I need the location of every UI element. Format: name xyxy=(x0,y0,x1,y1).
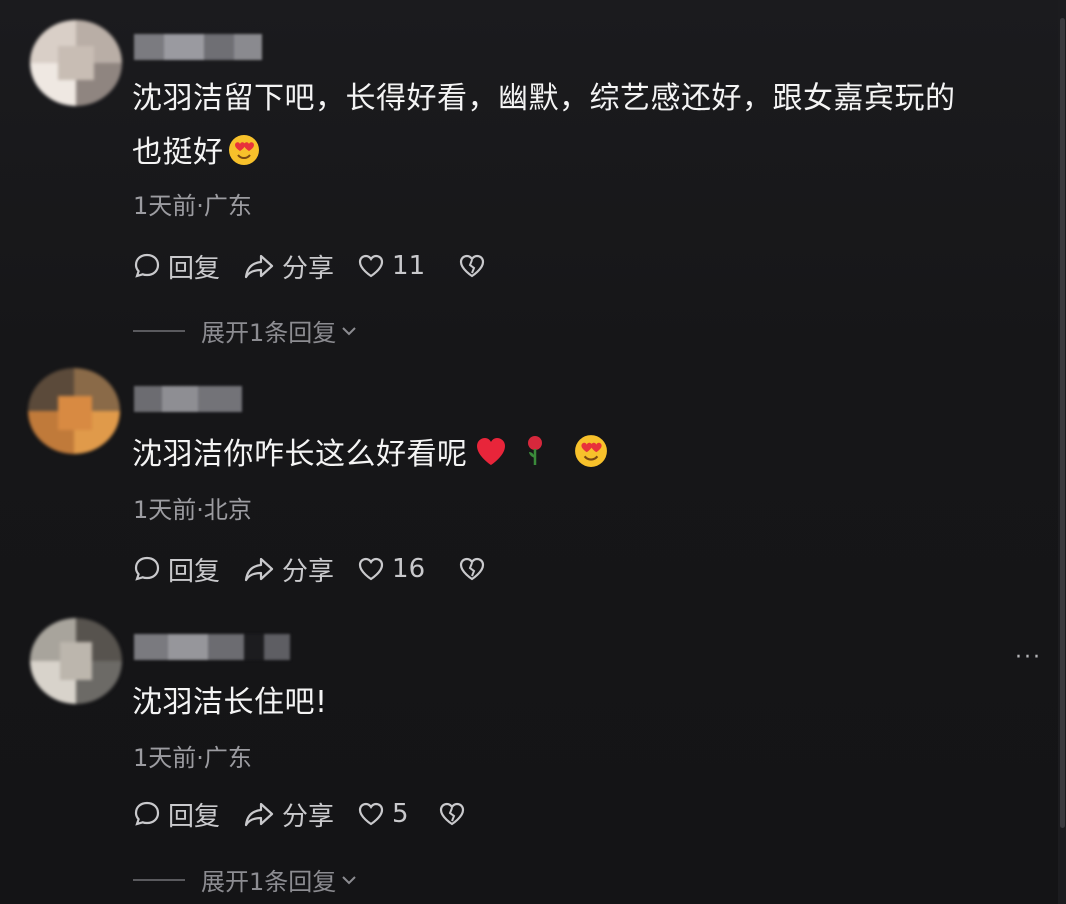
comment-actions: 回复 分享 5 xyxy=(132,794,495,834)
reply-label: 回复 xyxy=(168,801,221,832)
comment-actions: 回复 分享 11 xyxy=(132,246,515,286)
dislike-button[interactable] xyxy=(437,799,473,829)
reply-label: 回复 xyxy=(168,556,221,587)
like-button[interactable]: 5 xyxy=(356,799,409,829)
share-button[interactable]: 分享 xyxy=(242,796,334,833)
share-button[interactable]: 分享 xyxy=(242,551,334,588)
comment-meta: 1天前·广东 xyxy=(133,192,252,220)
chevron-down-icon xyxy=(342,875,356,884)
reply-button[interactable]: 回复 xyxy=(132,551,220,588)
heart-icon xyxy=(358,557,384,581)
heart-icon xyxy=(358,802,384,826)
comment-text-line2: 也挺好 xyxy=(132,135,224,170)
heart-eyes-emoji xyxy=(574,432,608,486)
comment-text: 沈羽洁留下吧，长得好看，幽默，综艺感还好，跟女嘉宾玩的 也挺好 xyxy=(132,72,1032,184)
comment-meta: 1天前·北京 xyxy=(133,496,252,524)
scrollbar[interactable] xyxy=(1058,0,1066,904)
comment-text-line: 也挺好 xyxy=(132,126,1032,184)
more-options-icon[interactable]: ··· xyxy=(1015,645,1042,670)
comment-page: 沈羽洁留下吧，长得好看，幽默，综艺感还好，跟女嘉宾玩的 也挺好 1天前·广东 回… xyxy=(0,0,1066,904)
comment-bubble-icon xyxy=(134,556,160,581)
username-blurred[interactable] xyxy=(134,386,242,412)
expand-replies[interactable]: 展开1条回复 xyxy=(133,862,360,897)
broken-heart-icon xyxy=(439,802,464,826)
divider-line xyxy=(133,878,185,881)
comment-meta: 1天前·广东 xyxy=(133,744,252,772)
like-button[interactable]: 16 xyxy=(356,554,425,584)
share-arrow-icon xyxy=(244,557,274,582)
comment-bubble-icon xyxy=(134,253,160,278)
comment-actions: 回复 分享 16 xyxy=(132,549,515,589)
comment-text-line: 沈羽洁留下吧，长得好看，幽默，综艺感还好，跟女嘉宾玩的 xyxy=(132,81,956,116)
dislike-button[interactable] xyxy=(457,251,493,281)
rose-emoji xyxy=(522,432,548,486)
comment-text: 沈羽洁你咋长这么好看呢 xyxy=(132,428,1032,486)
broken-heart-icon xyxy=(460,557,485,581)
broken-heart-icon xyxy=(460,254,485,278)
reply-label: 回复 xyxy=(168,253,221,284)
reply-button[interactable]: 回复 xyxy=(132,796,220,833)
like-button[interactable]: 11 xyxy=(356,251,425,281)
share-button[interactable]: 分享 xyxy=(242,248,334,285)
comment-text: 沈羽洁长住吧! xyxy=(132,676,1032,730)
chevron-down-icon xyxy=(342,326,356,335)
divider-line xyxy=(133,329,185,332)
username-blurred[interactable] xyxy=(134,634,290,660)
comment-text-line: 沈羽洁你咋长这么好看呢 xyxy=(132,437,468,472)
avatar[interactable] xyxy=(30,618,122,704)
like-count: 5 xyxy=(392,799,409,829)
share-arrow-icon xyxy=(244,254,274,279)
red-heart-emoji xyxy=(474,432,508,486)
like-count: 16 xyxy=(392,554,426,584)
share-arrow-icon xyxy=(244,802,274,827)
avatar[interactable] xyxy=(30,20,122,106)
dislike-button[interactable] xyxy=(457,554,493,584)
like-count: 11 xyxy=(392,251,426,281)
heart-icon xyxy=(358,254,384,278)
avatar[interactable] xyxy=(28,368,120,454)
expand-replies[interactable]: 展开1条回复 xyxy=(133,313,360,348)
share-label: 分享 xyxy=(282,801,335,832)
share-label: 分享 xyxy=(282,556,335,587)
comment-bubble-icon xyxy=(134,801,160,826)
expand-label: 展开1条回复 xyxy=(201,868,337,896)
expand-label: 展开1条回复 xyxy=(201,319,337,347)
heart-eyes-emoji xyxy=(228,130,260,184)
share-label: 分享 xyxy=(282,253,335,284)
username-blurred[interactable] xyxy=(134,34,262,60)
reply-button[interactable]: 回复 xyxy=(132,248,220,285)
comment-text-line: 沈羽洁长住吧! xyxy=(132,685,328,720)
scrollbar-thumb[interactable] xyxy=(1060,18,1065,828)
